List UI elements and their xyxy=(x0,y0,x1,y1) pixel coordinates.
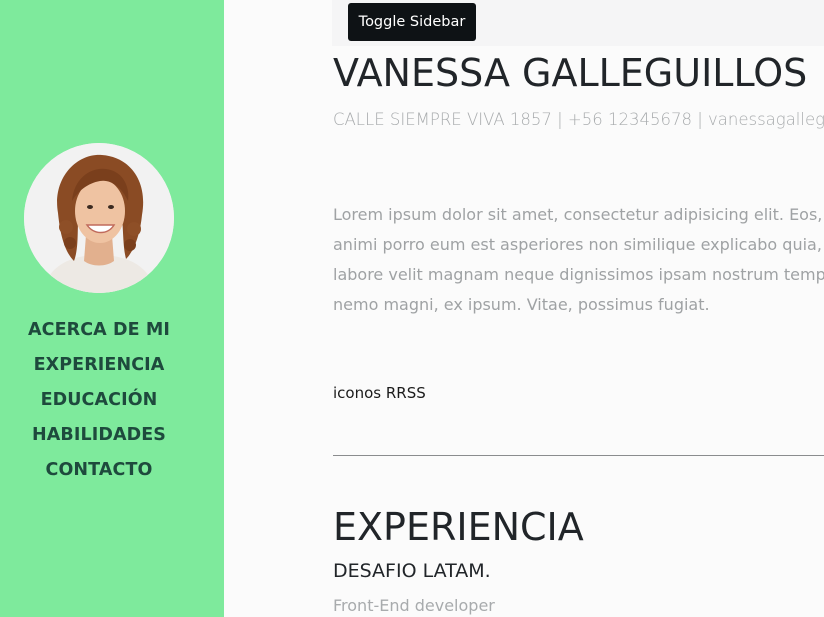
about-line: labore velit magnam neque dignissimos ip… xyxy=(333,265,824,284)
page-title: VANESSA GALLEGUILLOS xyxy=(333,51,808,95)
social-icons-placeholder: iconos RRSS xyxy=(333,384,426,402)
nav-item-acerca-de-mi[interactable]: ACERCA DE MI xyxy=(0,317,198,352)
main-content: Toggle Sidebar VANESSA GALLEGUILLOS CALL… xyxy=(224,0,824,617)
section-divider xyxy=(333,455,824,456)
contact-line: CALLE SIEMPRE VIVA 1857 | +56 12345678 |… xyxy=(333,110,824,129)
about-line: Lorem ipsum dolor sit amet, consectetur … xyxy=(333,205,824,224)
nav-item-educacion[interactable]: EDUCACIÓN xyxy=(0,387,198,422)
sidebar: ACERCA DE MI EXPERIENCIA EDUCACIÓN HABIL… xyxy=(0,0,224,617)
about-paragraph: Lorem ipsum dolor sit amet, consectetur … xyxy=(333,200,824,320)
nav-item-experiencia[interactable]: EXPERIENCIA xyxy=(0,352,198,387)
nav-item-contacto[interactable]: CONTACTO xyxy=(0,457,198,492)
about-line: animi porro eum est asperiores non simil… xyxy=(333,235,824,254)
experience-company: DESAFIO LATAM. xyxy=(333,560,491,582)
sidebar-nav: ACERCA DE MI EXPERIENCIA EDUCACIÓN HABIL… xyxy=(0,317,198,492)
experience-role: Front-End developer xyxy=(333,596,495,615)
avatar-photo-icon xyxy=(24,143,174,293)
avatar xyxy=(24,143,174,293)
toggle-sidebar-button[interactable]: Toggle Sidebar xyxy=(348,3,476,41)
nav-item-habilidades[interactable]: HABILIDADES xyxy=(0,422,198,457)
about-line: nemo magni, ex ipsum. Vitae, possimus fu… xyxy=(333,295,710,314)
experience-heading: EXPERIENCIA xyxy=(333,505,584,549)
